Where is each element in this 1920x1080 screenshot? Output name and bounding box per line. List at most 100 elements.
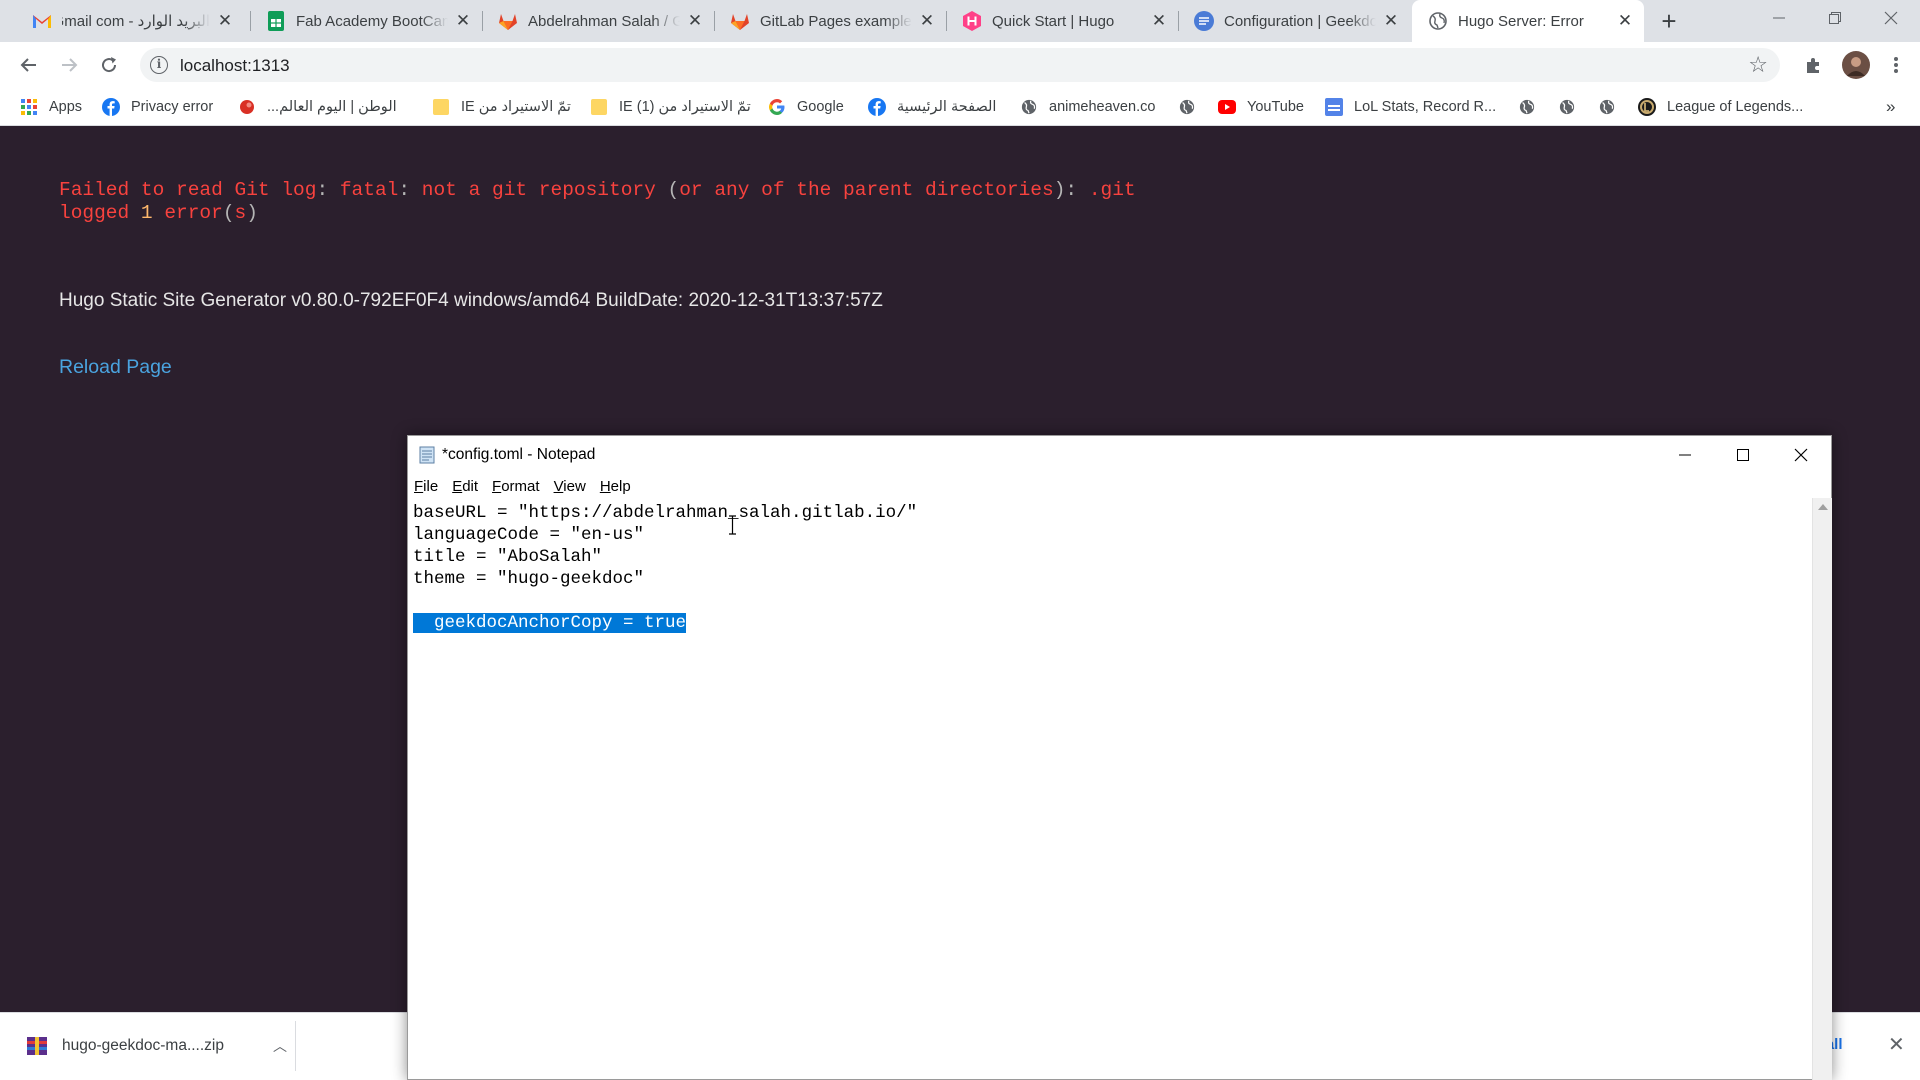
close-icon[interactable]: ✕ [1382,12,1400,30]
reload-button[interactable] [95,51,123,79]
restore-icon [1829,12,1841,24]
notepad-title-bar[interactable]: *config.toml - Notepad [408,436,1831,474]
back-button[interactable] [15,51,43,79]
new-tab-button[interactable]: + [1655,7,1683,35]
extensions-button[interactable] [1800,51,1828,79]
vertical-scrollbar[interactable] [1812,498,1832,1080]
bookmark-label: Google [797,99,844,115]
lol-stats-icon [1325,98,1343,116]
bookmark-globe[interactable] [1598,95,1616,119]
bookmark-apps[interactable]: Apps [20,95,82,119]
restore-button[interactable] [1808,0,1862,36]
youtube-icon [1218,98,1236,116]
git-error-line: Failed to read Git log: fatal: not a git… [59,179,1136,201]
bookmark-label: Privacy error [131,99,214,115]
close-icon[interactable]: ✕ [1150,12,1168,30]
bookmarks-overflow-button[interactable]: » [1886,95,1895,119]
facebook-icon [102,98,120,116]
league-icon [1638,98,1656,116]
bookmark-globe[interactable] [1178,95,1196,119]
tab-gitlab-profile[interactable]: Abdelrahman Salah / G ✕ [482,0,714,42]
chrome-menu-button[interactable] [1882,51,1910,79]
tab-label: البريد الوارد - Gmail com [62,13,210,30]
bookmark-label: تمّ الاستيراد من IE [461,99,571,115]
notepad-window[interactable]: *config.toml - Notepad File Edit Format … [407,435,1832,1080]
kebab-menu-icon [1894,57,1898,73]
tab-gitlab-pages[interactable]: GitLab Pages examples ✕ [714,0,946,42]
tab-fab-academy[interactable]: Fab Academy BootCamp ✕ [250,0,482,42]
menu-file[interactable]: File [414,478,438,495]
bookmark-star-icon[interactable]: ☆ [1748,53,1768,77]
close-icon[interactable]: ✕ [1616,12,1634,30]
text-line: title = "AboSalah" [413,547,603,567]
selected-text-line: geekdocAnchorCopy = true [413,612,1807,634]
notepad-minimize-button[interactable] [1656,436,1714,474]
address-bar[interactable]: i localhost:1313 ☆ [140,48,1780,82]
chevron-up-icon[interactable]: ︿ [265,1036,295,1056]
bookmark-globe[interactable] [1518,95,1536,119]
bookmark-privacy-error[interactable]: Privacy error [102,95,213,119]
bookmark-youtube[interactable]: YouTube [1218,95,1304,119]
bookmarks-bar: Apps Privacy error الوطن | اليوم العالم.… [0,88,1920,126]
close-icon[interactable]: ✕ [686,12,704,30]
text-line: theme = "hugo-geekdoc" [413,569,645,589]
download-item[interactable]: hugo-geekdoc-ma....zip ︿ [16,1021,296,1071]
notepad-menu-bar: File Edit Format View Help [408,474,1831,498]
bookmark-label: الوطن | اليوم العالم... [267,99,397,115]
apps-grid-icon [20,98,38,116]
tab-hugo-server-error[interactable]: Hugo Server: Error ✕ [1412,0,1644,42]
menu-format[interactable]: Format [492,478,540,495]
tab-strip: البريد الوارد - Gmail com ✕ Fab Academy … [0,0,1920,42]
google-sheets-icon [266,11,286,31]
notepad-title: *config.toml - Notepad [442,446,596,463]
minimize-button[interactable] [1752,0,1806,36]
bookmark-folder-ie-1[interactable]: تمّ الاستيراد من (1) IE [590,95,751,119]
close-icon[interactable]: ✕ [454,12,472,30]
bookmark-label: League of Legends... [1667,99,1804,115]
text-selection: geekdocAnchorCopy = true [413,613,687,633]
back-arrow-icon [20,58,36,72]
bookmark-globe[interactable] [1558,95,1576,119]
bookmark-lol-stats[interactable]: LoL Stats, Record R... [1325,95,1496,119]
forward-button[interactable] [55,51,83,79]
folder-icon [590,98,608,116]
menu-view[interactable]: View [554,478,586,495]
window-close-button[interactable] [1864,0,1918,36]
red-dot-icon [238,98,256,116]
text-cursor-icon [729,515,736,535]
site-info-icon[interactable]: i [150,56,168,74]
close-icon [1794,448,1808,462]
bookmark-label: YouTube [1247,99,1304,115]
tab-gmail[interactable]: البريد الوارد - Gmail com ✕ [16,0,244,42]
tab-label: GitLab Pages examples [760,12,912,30]
notepad-close-button[interactable] [1772,436,1830,474]
bookmark-folder-ie[interactable]: تمّ الاستيراد من IE [432,95,571,119]
zip-archive-icon [27,1037,47,1055]
tab-hugo-quickstart[interactable]: Quick Start | Hugo ✕ [946,0,1178,42]
tab-label: Abdelrahman Salah / G [528,12,680,30]
notepad-maximize-button[interactable] [1714,436,1772,474]
gitlab-icon [498,11,518,31]
bookmark-alwatan[interactable]: الوطن | اليوم العالم... [238,95,397,119]
bookmark-animeheaven[interactable]: animeheaven.co [1020,95,1155,119]
bookmark-google[interactable]: Google [768,95,844,119]
gitlab-icon [730,11,750,31]
avatar-icon [1842,51,1870,79]
reload-page-link[interactable]: Reload Page [59,356,172,379]
bookmark-league-of-legends[interactable]: League of Legends... [1638,95,1803,119]
close-icon[interactable]: ✕ [918,12,936,30]
tab-geekdoc-config[interactable]: Configuration | Geekdo ✕ [1178,0,1410,42]
close-icon[interactable]: ✕ [1888,1035,1905,1055]
minimize-icon [1679,454,1691,456]
google-docs-icon [1194,11,1214,31]
facebook-icon [868,98,886,116]
close-icon[interactable]: ✕ [216,12,234,30]
bookmark-label: الصفحة الرئيسية [897,99,997,115]
scroll-up-arrow-icon[interactable] [1818,504,1828,510]
globe-icon [1598,98,1616,116]
bookmark-facebook-home[interactable]: الصفحة الرئيسية [868,95,996,119]
menu-help[interactable]: Help [600,478,631,495]
notepad-text-area[interactable]: baseURL = "https://abdelrahman_salah.git… [408,498,1812,1080]
menu-edit[interactable]: Edit [452,478,478,495]
profile-avatar[interactable] [1842,51,1870,79]
